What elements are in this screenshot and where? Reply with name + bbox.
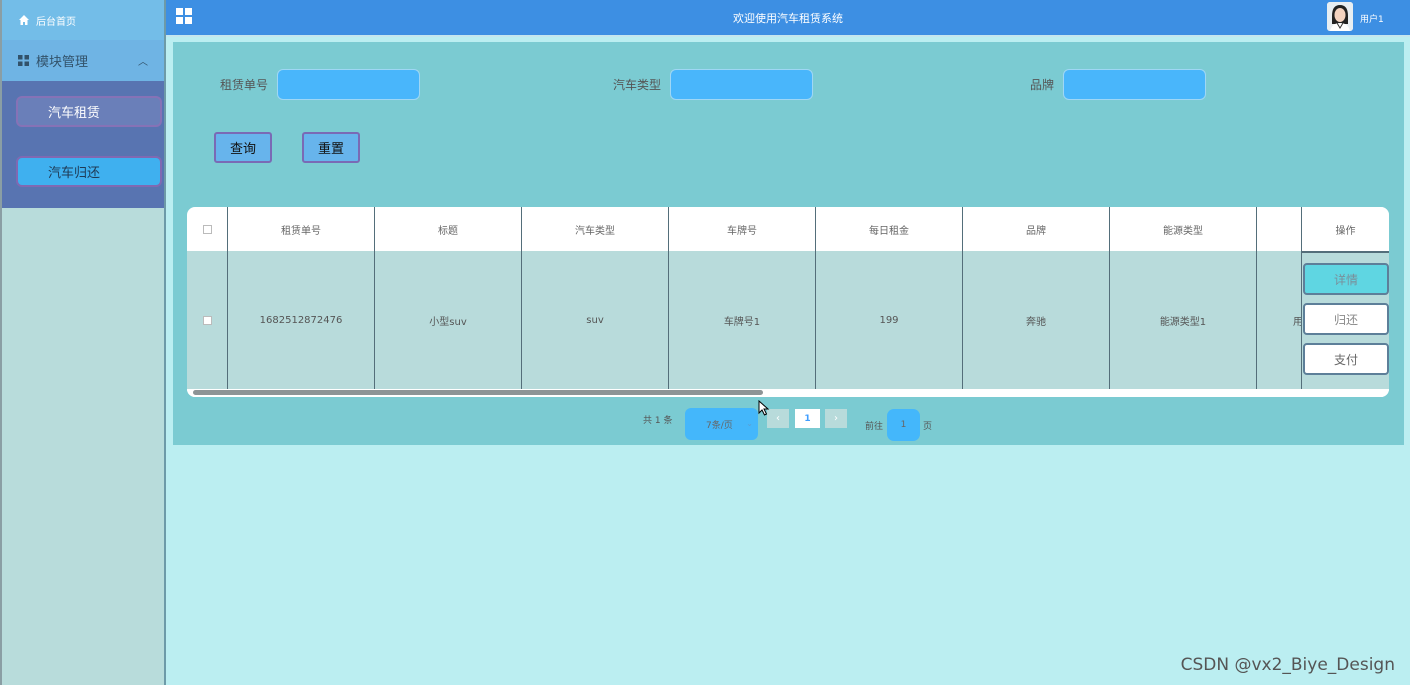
goto-label: 前往 [865, 422, 884, 432]
grid-icon [18, 55, 29, 66]
data-table: 租赁单号 标题 汽车类型 车牌号 每日租金 品牌 能源类型 1682512872… [187, 207, 1389, 397]
rental-no-label: 租赁单号 [220, 78, 269, 92]
mouse-cursor-icon [758, 400, 770, 416]
column-header[interactable]: 标题 [374, 207, 521, 251]
pagination-total: 共 1 条 [643, 416, 673, 426]
table-header: 租赁单号 标题 汽车类型 车牌号 每日租金 品牌 能源类型 [187, 207, 1389, 253]
table-row[interactable]: 1682512872476 小型suv suv 车牌号1 199 奔驰 能源类型… [187, 251, 1389, 389]
next-page-button[interactable]: › [825, 409, 847, 428]
main-panel: 租赁单号 汽车类型 品牌 查询 重置 租赁单号 标题 汽车类型 车牌号 每日租金… [173, 42, 1404, 445]
watermark: CSDN @vx2_Biye_Design [1180, 655, 1395, 675]
avatar[interactable] [1327, 2, 1353, 31]
table-cell: 199 [815, 251, 962, 389]
table-cell: 用 [1256, 251, 1303, 389]
column-header[interactable]: 车牌号 [668, 207, 815, 251]
prev-page-button[interactable]: ‹ [767, 409, 789, 428]
column-header: 操作 [1302, 207, 1389, 253]
chevron-down-icon: ⌄ [746, 419, 753, 428]
select-all-checkbox[interactable] [202, 224, 212, 234]
user-avatar-icon [1327, 2, 1353, 31]
sidebar-item-car-rental[interactable]: 汽车租赁 [16, 96, 162, 127]
row-checkbox[interactable] [202, 315, 212, 325]
column-header[interactable] [1256, 207, 1303, 251]
chevron-up-icon: ︿ [138, 57, 148, 68]
sidebar-module-menu[interactable]: 模块管理 ︿ [2, 40, 164, 81]
page-size-value: 7条/页 [706, 420, 733, 431]
column-header[interactable]: 能源类型 [1109, 207, 1256, 251]
column-header[interactable]: 每日租金 [815, 207, 962, 251]
return-button[interactable]: 归还 [1303, 303, 1389, 335]
pay-button[interactable]: 支付 [1303, 343, 1389, 375]
scrollbar-thumb[interactable] [193, 390, 763, 395]
page-title: 欢迎使用汽车租赁系统 [733, 12, 843, 25]
row-checkbox-cell [187, 251, 227, 389]
table-cell: 小型suv [374, 251, 521, 389]
sidebar-item-car-return[interactable]: 汽车归还 [16, 156, 162, 187]
sidebar-home-label: 后台首页 [36, 16, 76, 28]
table-cell: 奔驰 [962, 251, 1109, 389]
brand-input[interactable] [1063, 69, 1206, 100]
sidebar-submenu: 汽车租赁 汽车归还 [2, 81, 164, 208]
rental-no-input[interactable] [277, 69, 420, 100]
table-cell: 能源类型1 [1109, 251, 1256, 389]
sidebar-home-item[interactable]: 后台首页 [2, 0, 164, 40]
top-bar: 欢迎使用汽车租赁系统 用户1 [166, 0, 1410, 37]
car-type-input[interactable] [670, 69, 813, 100]
column-header[interactable]: 汽车类型 [521, 207, 668, 251]
goto-page-input[interactable]: 1 [887, 409, 920, 441]
reset-button[interactable]: 重置 [302, 132, 360, 163]
table-cell: 车牌号1 [668, 251, 815, 389]
user-name[interactable]: 用户1 [1360, 12, 1384, 25]
header-checkbox-cell [187, 207, 227, 251]
table-cell: suv [521, 251, 668, 389]
column-header[interactable]: 租赁单号 [227, 207, 374, 251]
page-number-button[interactable]: 1 [795, 409, 820, 428]
page-suffix-label: 页 [923, 422, 933, 432]
horizontal-scrollbar[interactable] [187, 389, 1389, 397]
home-icon [19, 15, 29, 25]
page-size-select[interactable]: 7条/页 ⌄ [685, 408, 758, 440]
sidebar: 后台首页 模块管理 ︿ 汽车租赁 汽车归还 [0, 0, 166, 685]
query-button[interactable]: 查询 [214, 132, 272, 163]
sidebar-module-label: 模块管理 [36, 55, 89, 70]
car-type-label: 汽车类型 [613, 78, 662, 92]
actions-column: 操作 详情 归还 支付 [1301, 207, 1389, 389]
table-cell: 1682512872476 [227, 251, 374, 389]
column-header[interactable]: 品牌 [962, 207, 1109, 251]
brand-label: 品牌 [1030, 78, 1055, 92]
detail-button[interactable]: 详情 [1303, 263, 1389, 295]
